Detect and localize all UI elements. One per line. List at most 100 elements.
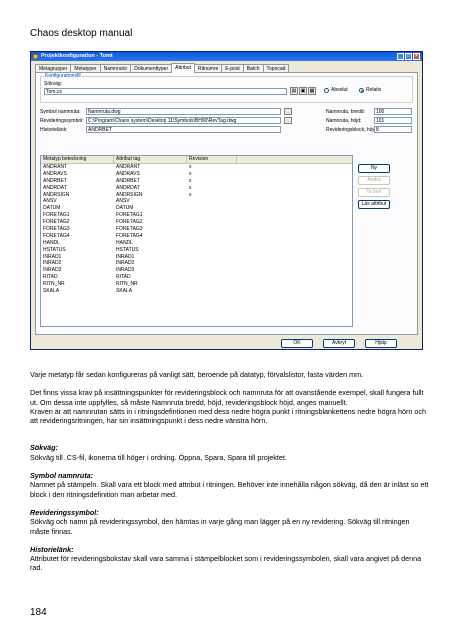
namnruta-bredd-input[interactable]: 100: [374, 108, 412, 115]
table-cell: [187, 288, 237, 295]
browse-namnruta-button[interactable]: ...: [284, 108, 292, 115]
save-icon[interactable]: ▣: [299, 87, 307, 95]
save-to-project-icon[interactable]: ▦: [308, 87, 316, 95]
table-cell: x: [189, 164, 192, 170]
table-cell: ANDRANT: [116, 164, 141, 170]
table-cell: SKALA: [43, 288, 60, 295]
ok-button[interactable]: OK: [281, 339, 313, 348]
table-cell: ANDRBET: [43, 177, 67, 184]
table-row[interactable]: HSTATUS HSTATUS: [41, 247, 352, 254]
table-cell: FORETAG1: [116, 212, 143, 219]
attribute-table: Metatyp beteckning Attribut tag Revision…: [40, 155, 353, 327]
close-icon[interactable]: ×: [413, 53, 420, 60]
historielank-input[interactable]: ANDRBET: [86, 126, 281, 133]
table-cell: FORETAG3: [43, 226, 70, 233]
table-cell: RITAD: [43, 274, 58, 281]
tab-attribut[interactable]: Attribut: [171, 63, 195, 73]
table-cell: FORETAG2: [116, 219, 143, 226]
dialog-title: Projektkonfiguration - Tomt: [41, 53, 113, 59]
table-cell: [187, 254, 237, 261]
table-body: ANDRANT ANDRANT x ANDRAVS ANDRAVS x ANDRBET AND…: [41, 164, 352, 295]
text-revideringssymbol: Sökväg och namn på revideringssymbol, de…: [30, 517, 410, 536]
table-cell: ANDRSIGN: [43, 191, 70, 198]
absolut-radio[interactable]: [324, 88, 329, 93]
relativ-radio[interactable]: [359, 88, 364, 93]
heading-symbol-namnruta: Symbol namnruta:: [30, 471, 94, 481]
revblock-hojd-input[interactable]: 8: [374, 126, 412, 133]
table-row[interactable]: INRAD1 INRAD1: [41, 254, 352, 261]
heading-revideringssymbol: Revideringssymbol:: [30, 507, 99, 517]
group-label: Konfigurationsfil: [44, 73, 82, 79]
table-cell: [187, 274, 237, 281]
table-cell: INRAD3: [116, 267, 135, 274]
table-cell: x: [189, 170, 192, 177]
table-row[interactable]: ANDRBET ANDRBET x: [41, 178, 352, 185]
hjalp-button[interactable]: Hjälp: [365, 339, 397, 348]
table-row[interactable]: ANDRANT ANDRANT x: [41, 164, 352, 171]
table-cell: [187, 198, 237, 205]
table-cell: ANDRAVS: [43, 170, 67, 177]
table-cell: FORETAG4: [43, 232, 70, 239]
revideringssymbol-input[interactable]: C:\Program\Chaos system\Desktop 11\Symbo…: [86, 117, 281, 124]
table-row[interactable]: FORETAG4 FORETAG4: [41, 233, 352, 240]
table-row[interactable]: ANDRAVS ANDRAVS x: [41, 171, 352, 178]
table-row[interactable]: INRAD3 INRAD3: [41, 267, 352, 274]
table-cell: ANDRDAT: [116, 184, 140, 191]
heading-historielank: Historielänk:: [30, 544, 74, 554]
open-folder-icon[interactable]: ▤: [290, 87, 298, 95]
sokvag-input[interactable]: Tom.cs: [44, 88, 287, 95]
table-row[interactable]: FORETAG2 FORETAG2: [41, 219, 352, 226]
table-cell: RITAD: [116, 274, 131, 281]
table-row[interactable]: ANDRDAT ANDRDAT x: [41, 185, 352, 192]
ta-bort-button[interactable]: Ta bort: [358, 188, 390, 197]
table-cell: ANDRAVS: [116, 170, 140, 177]
relativ-label: Relativ: [366, 87, 382, 93]
table-row[interactable]: HANDL HANDL: [41, 240, 352, 247]
col-attribut-tag[interactable]: Attribut tag: [114, 156, 187, 163]
text-sokvag: Sökväg till .CS-fil, ikonerna till höger…: [30, 452, 287, 462]
table-row[interactable]: SKALA SKALA: [41, 288, 352, 295]
absolut-label: Absolut: [331, 87, 348, 93]
table-cell: [187, 240, 237, 247]
andra-button[interactable]: Ändra: [358, 176, 390, 185]
las-attribut-button[interactable]: Läs attribut: [358, 200, 390, 209]
minimize-icon[interactable]: _: [397, 53, 404, 60]
revideringssymbol-label: Revideringssymbol:: [40, 118, 84, 124]
table-cell: INRAD1: [116, 253, 135, 260]
table-cell: FORETAG2: [43, 219, 70, 226]
table-cell: [187, 247, 237, 254]
table-cell: DATUM: [116, 205, 134, 212]
table-row[interactable]: ANDRSIGN ANDRSIGN x: [41, 192, 352, 199]
app-icon: [33, 54, 38, 59]
table-cell: HANDL: [43, 239, 60, 246]
dialog-titlebar: Projektkonfiguration - Tomt _ □ ×: [31, 52, 422, 61]
table-cell: [187, 260, 237, 267]
table-cell: INRAD3: [43, 267, 62, 274]
table-row[interactable]: RITAD RITAD: [41, 274, 352, 281]
paragraph-insertion-points: Kraven är att namnrutan sätts in i ritni…: [30, 406, 426, 426]
table-cell: [187, 219, 237, 226]
table-row[interactable]: FORETAG3 FORETAG3: [41, 226, 352, 233]
table-cell: x: [189, 184, 192, 191]
symbol-namnruta-input[interactable]: Namnruta.dwg: [86, 108, 281, 115]
col-metatyp[interactable]: Metatyp beteckning: [41, 156, 114, 163]
table-cell: DATUM: [43, 205, 61, 212]
table-row[interactable]: FORETAG1 FORETAG1: [41, 212, 352, 219]
document-title: Chaos desktop manual: [30, 28, 133, 39]
table-cell: RITN_NR: [116, 281, 138, 288]
table-cell: [187, 212, 237, 219]
project-config-dialog: Projektkonfiguration - Tomt _ □ × Metagr…: [30, 51, 423, 350]
table-row[interactable]: INRAD2 INRAD2: [41, 260, 352, 267]
browse-revsymbol-button[interactable]: ...: [284, 117, 292, 124]
table-row[interactable]: RITN_NR RITN_NR: [41, 281, 352, 288]
avbryt-button[interactable]: Avbryt: [323, 339, 355, 348]
ny-button[interactable]: Ny: [358, 164, 390, 173]
table-cell: ANSV: [43, 198, 57, 205]
col-revision[interactable]: Revision: [187, 156, 237, 163]
table-row[interactable]: ANSV ANSV: [41, 198, 352, 205]
namnruta-hojd-input[interactable]: 101: [374, 117, 412, 124]
table-cell: ANDRANT: [43, 164, 68, 170]
table-row[interactable]: DATUM DATUM: [41, 205, 352, 212]
maximize-icon[interactable]: □: [405, 53, 412, 60]
table-cell: x: [189, 191, 192, 198]
